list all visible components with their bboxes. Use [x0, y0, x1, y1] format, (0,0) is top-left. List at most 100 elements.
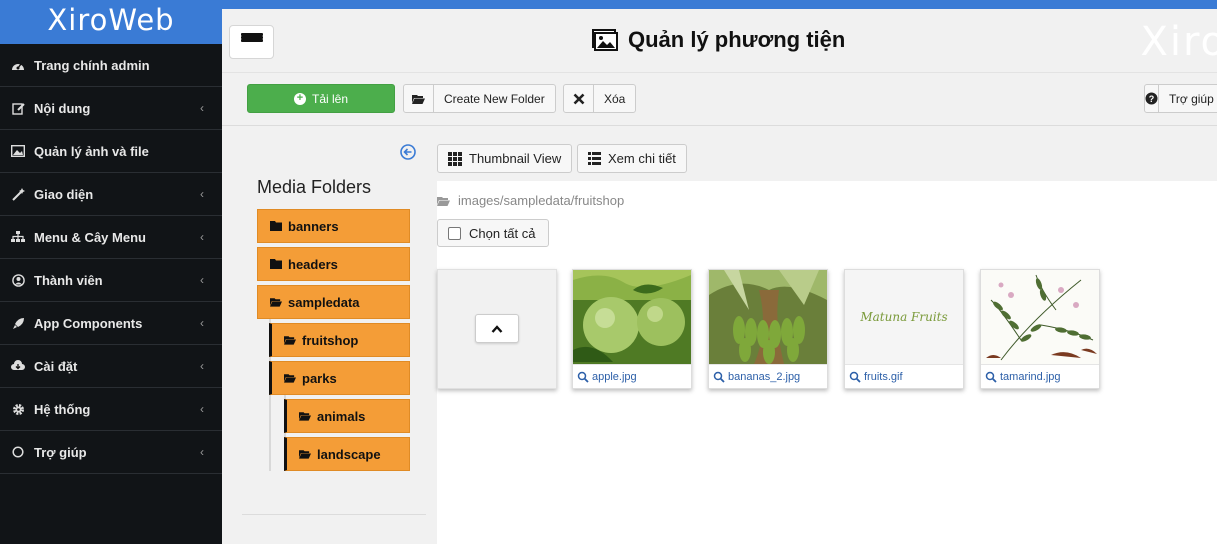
chevron-left-icon: ‹ [200, 101, 204, 115]
sitemap-icon [10, 231, 26, 243]
thumbnail-view-button[interactable]: Thumbnail View [437, 144, 573, 173]
media-content: Thumbnail View Xem chi tiết images/sampl… [437, 137, 1217, 544]
dashboard-icon [10, 59, 26, 71]
select-all-checkbox[interactable] [448, 226, 461, 240]
media-folders-panel: Media Folders banners headers sampledata… [242, 137, 426, 515]
image-preview [573, 270, 691, 364]
svg-text:?: ? [1149, 94, 1155, 104]
folder-label: landscape [317, 446, 381, 462]
folder-banners[interactable]: banners [257, 209, 410, 243]
sidebar-item-label: Trang chính admin [34, 57, 150, 73]
chevron-left-icon: ‹ [200, 273, 204, 287]
breadcrumb-path: images/sampledata/fruitshop [458, 193, 625, 208]
upload-button[interactable]: + Tải lên [247, 84, 395, 113]
delete-button[interactable]: Xóa [563, 84, 637, 113]
magic-wand-icon [10, 187, 26, 201]
user-circle-icon [10, 273, 26, 287]
folder-open-icon [404, 85, 434, 112]
file-thumbnail-bananas[interactable]: bananas_2.jpg [708, 269, 828, 389]
delete-label: Xóa [604, 91, 626, 106]
folder-open-icon [284, 336, 296, 345]
sidebar-item-label: Nội dung [34, 100, 91, 116]
sidebar-item-system[interactable]: Hệ thống ‹ [0, 388, 222, 431]
folder-label: fruitshop [302, 332, 359, 348]
sidebar-item-label: Trợ giúp [34, 444, 87, 460]
folder-label: animals [317, 408, 366, 424]
breadcrumb: images/sampledata/fruitshop [437, 193, 624, 208]
sidebar-item-appearance[interactable]: Giao diện ‹ [0, 173, 222, 216]
sidebar-item-label: Quản lý ảnh và file [34, 143, 149, 159]
sidebar-item-label: Giao diện [34, 186, 94, 202]
top-accent-bar [222, 0, 1217, 9]
sidebar-item-help[interactable]: Trợ giúp ‹ [0, 431, 222, 474]
file-thumbnail-apple[interactable]: apple.jpg [572, 269, 692, 389]
detail-view-button[interactable]: Xem chi tiết [577, 144, 687, 173]
magnifier-icon [713, 371, 725, 383]
folder-sampledata[interactable]: sampledata [257, 285, 410, 319]
sidebar-item-dashboard[interactable]: Trang chính admin [0, 44, 222, 87]
file-caption[interactable]: tamarind.jpg [981, 364, 1099, 388]
folder-label: headers [288, 256, 338, 272]
circle-icon [10, 446, 26, 458]
image-preview [981, 270, 1099, 364]
hamburger-icon [240, 33, 263, 51]
image-logo-text: Matuna Fruits [860, 310, 948, 324]
sidebar-item-content[interactable]: Nội dung ‹ [0, 87, 222, 130]
folder-headers[interactable]: headers [257, 247, 410, 281]
menu-toggle-button[interactable] [229, 25, 274, 59]
sidebar-item-menu[interactable]: Menu & Cây Menu ‹ [0, 216, 222, 259]
file-caption[interactable]: fruits.gif [845, 364, 963, 388]
folders-heading: Media Folders [257, 177, 372, 197]
file-name: tamarind.jpg [1000, 370, 1061, 383]
chevron-left-icon: ‹ [200, 316, 204, 330]
upload-button-label: Tải lên [311, 91, 349, 106]
file-thumbnail-fruits[interactable]: Matuna Fruits fruits.gif [844, 269, 964, 389]
chevron-left-icon: ‹ [200, 359, 204, 373]
folder-open-icon [284, 374, 296, 383]
brand-logo[interactable]: XiroWeb [0, 0, 222, 44]
image-preview: Matuna Fruits [845, 270, 963, 364]
select-all-toggle[interactable]: Chọn tất cả [437, 219, 549, 247]
folder-open-icon [299, 412, 311, 421]
sidebar-item-members[interactable]: Thành viên ‹ [0, 259, 222, 302]
sidebar-item-label: Thành viên [34, 272, 103, 288]
folder-landscape[interactable]: landscape [284, 437, 410, 471]
create-folder-label: Create New Folder [444, 91, 545, 106]
collapse-arrow-icon[interactable] [400, 144, 416, 160]
image-icon [592, 29, 618, 51]
file-caption[interactable]: bananas_2.jpg [709, 364, 827, 388]
page-title: Quản lý phương tiện [592, 27, 845, 53]
sidebar-item-install[interactable]: Cài đặt ‹ [0, 345, 222, 388]
select-all-label: Chọn tất cả [469, 225, 536, 241]
magnifier-icon [577, 371, 589, 383]
folder-label: parks [302, 370, 337, 386]
folder-fruitshop[interactable]: fruitshop [269, 323, 410, 357]
file-thumbnail-tamarind[interactable]: tamarind.jpg [980, 269, 1100, 389]
file-name: fruits.gif [864, 370, 903, 383]
chevron-up-icon [491, 324, 503, 333]
folder-label: banners [288, 218, 339, 234]
file-caption[interactable]: apple.jpg [573, 364, 691, 388]
view-toggle-bar: Thumbnail View Xem chi tiết [437, 137, 1217, 181]
parent-folder-button[interactable] [475, 314, 519, 343]
page-title-text: Quản lý phương tiện [628, 27, 846, 52]
list-icon [588, 152, 601, 165]
sidebar-item-label: Hệ thống [34, 401, 91, 417]
detail-view-label: Xem chi tiết [608, 151, 676, 166]
help-label: Trợ giúp [1169, 91, 1214, 106]
sidebar-item-media[interactable]: Quản lý ảnh và file [0, 130, 222, 173]
magnifier-icon [985, 371, 997, 383]
toolbar: + Tải lên Create New Folder Xóa ? Trợ gi… [222, 72, 1217, 126]
close-icon [564, 85, 594, 112]
image-preview [709, 270, 827, 364]
ghost-logo: Xiro [1140, 19, 1217, 65]
file-name: bananas_2.jpg [728, 370, 801, 383]
sidebar-item-app-components[interactable]: App Components ‹ [0, 302, 222, 345]
folder-open-icon [270, 298, 282, 307]
folder-parks[interactable]: parks [269, 361, 410, 395]
parent-folder-tile[interactable] [437, 269, 557, 389]
create-folder-button[interactable]: Create New Folder [403, 84, 556, 113]
help-button[interactable]: ? Trợ giúp [1144, 84, 1217, 113]
folder-label: sampledata [288, 294, 360, 310]
folder-animals[interactable]: animals [284, 399, 410, 433]
